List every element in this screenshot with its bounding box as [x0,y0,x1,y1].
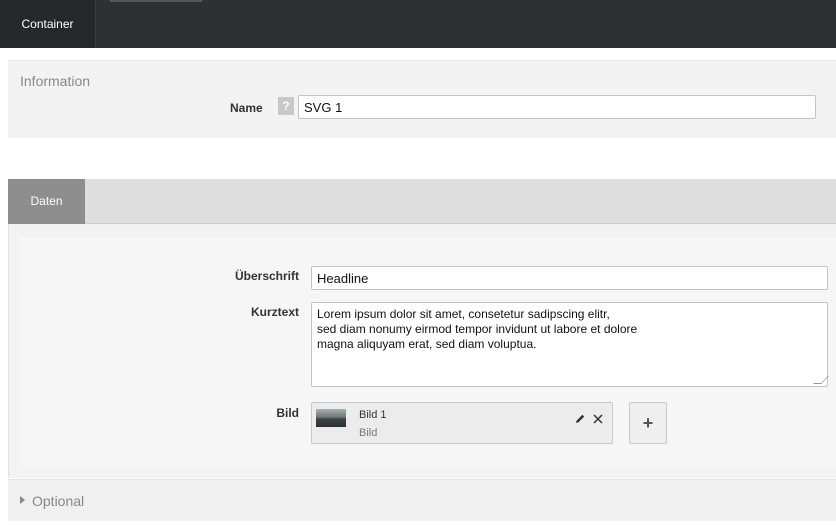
tab-indicator [110,0,202,2]
bild-thumbnail [316,409,346,427]
optional-section[interactable]: Optional [8,479,836,521]
ueberschrift-label: Überschrift [234,269,299,283]
tab-daten[interactable]: Daten [8,179,85,224]
form-card: Überschrift Headline Kurztext Lorem ipsu… [19,235,836,467]
name-label: Name [230,101,263,115]
bild-label: Bild [276,406,299,420]
name-input[interactable]: SVG 1 [298,95,816,119]
kurztext-label: Kurztext [250,305,299,319]
tab-container[interactable]: Container [0,0,96,48]
kurztext-textarea[interactable]: Lorem ipsum dolor sit amet, consetetur s… [311,302,829,387]
ueberschrift-input[interactable]: Headline [311,266,828,290]
close-icon[interactable] [592,413,604,425]
help-icon[interactable]: ? [278,97,294,115]
caret-right-icon [20,496,25,504]
top-navigation-bar: Container [0,0,836,48]
kurztext-line: sed diam nonumy eirmod tempor invidunt u… [317,322,638,336]
add-bild-button[interactable]: + [629,402,667,444]
information-panel: Information Name ? SVG 1 [8,60,836,138]
pencil-icon[interactable] [574,413,586,425]
optional-label: Optional [32,493,85,509]
information-legend: Information [20,73,91,89]
daten-content: Überschrift Headline Kurztext Lorem ipsu… [8,224,836,478]
bild-item-title: Bild 1 [359,409,387,421]
bild-item[interactable]: Bild 1 Bild [311,402,613,444]
content-tab-bar: Daten [8,179,836,224]
kurztext-line: magna aliquyam erat, sed diam voluptua. [317,337,537,351]
resize-handle-icon[interactable] [813,376,829,384]
bild-item-subtitle: Bild [359,427,378,439]
kurztext-line: Lorem ipsum dolor sit amet, consetetur s… [317,307,610,321]
